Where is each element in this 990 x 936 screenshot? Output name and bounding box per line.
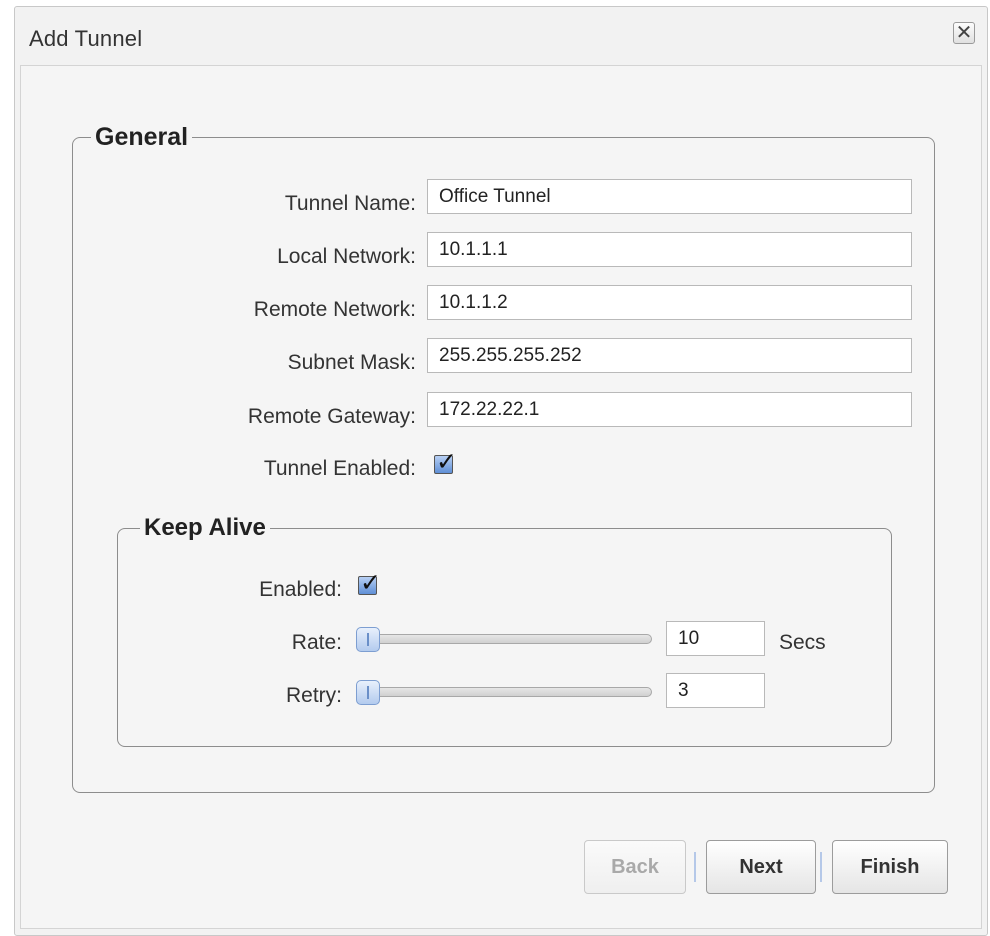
rate-slider-handle[interactable] <box>356 627 380 652</box>
remote-network-input[interactable] <box>427 285 912 320</box>
dialog-title: Add Tunnel <box>29 26 143 51</box>
back-button[interactable]: Back <box>584 840 686 894</box>
retry-slider-track[interactable] <box>358 687 652 697</box>
button-separator <box>820 852 822 882</box>
rate-label: Rate: <box>291 631 342 654</box>
tunnel-enabled-label: Tunnel Enabled: <box>263 457 416 480</box>
tunnel-name-label: Tunnel Name: <box>284 192 416 215</box>
finish-button[interactable]: Finish <box>832 840 948 894</box>
retry-slider-handle[interactable] <box>356 680 380 705</box>
next-button[interactable]: Next <box>706 840 816 894</box>
tunnel-name-input[interactable] <box>427 179 912 214</box>
close-icon[interactable]: ✕ <box>953 22 975 44</box>
check-icon: ✓ <box>436 447 457 476</box>
subnet-mask-label: Subnet Mask: <box>287 351 416 374</box>
check-icon: ✓ <box>360 568 381 597</box>
remote-gateway-input[interactable] <box>427 392 912 427</box>
remote-gateway-label: Remote Gateway: <box>247 405 416 428</box>
button-separator <box>694 852 696 882</box>
local-network-label: Local Network: <box>277 245 416 268</box>
rate-input[interactable] <box>666 621 765 656</box>
keep-alive-fieldset: Keep Alive <box>117 514 892 747</box>
retry-label: Retry: <box>285 684 342 707</box>
subnet-mask-input[interactable] <box>427 338 912 373</box>
rate-slider-track[interactable] <box>358 634 652 644</box>
keep-alive-enabled-checkbox[interactable]: ✓ <box>358 568 381 597</box>
remote-network-label: Remote Network: <box>253 298 416 321</box>
general-legend: General <box>95 123 189 151</box>
tunnel-enabled-checkbox[interactable]: ✓ <box>434 447 457 476</box>
keep-alive-enabled-label: Enabled: <box>259 578 342 601</box>
retry-input[interactable] <box>666 673 765 708</box>
keep-alive-legend: Keep Alive <box>144 514 266 541</box>
rate-unit: Secs <box>779 631 826 654</box>
local-network-input[interactable] <box>427 232 912 267</box>
